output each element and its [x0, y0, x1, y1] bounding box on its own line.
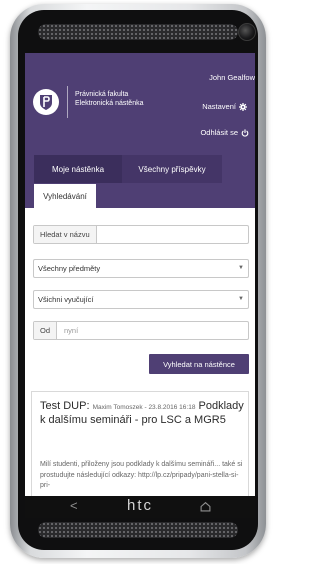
home-icon[interactable] — [200, 501, 211, 512]
front-camera-icon — [238, 23, 256, 41]
faculty-title: Právnická fakulta Elektronická nástěnka — [75, 90, 143, 108]
search-submit-button[interactable]: Vyhledat na nástěnce — [149, 354, 249, 374]
subject-select-value: Všechny předměty — [38, 264, 101, 273]
title-search-label: Hledat v názvu — [34, 226, 97, 243]
power-icon — [241, 128, 249, 137]
gear-icon — [239, 102, 247, 111]
brand-logo: htc — [126, 497, 153, 514]
board-name: Elektronická nástěnka — [75, 100, 144, 107]
logout-link[interactable]: Odhlásit se — [200, 128, 249, 137]
tab-my-board[interactable]: Moje nástěnka — [34, 155, 122, 183]
title-search-field[interactable]: Hledat v názvu — [33, 225, 249, 244]
settings-label: Nastavení — [202, 102, 236, 111]
chevron-down-icon: ▼ — [238, 296, 244, 302]
date-from-label: Od — [34, 322, 58, 339]
top-speaker-grille — [38, 24, 238, 40]
teacher-select[interactable]: Všichni vyučující ▼ — [33, 290, 249, 309]
bottom-speaker-grille — [38, 522, 238, 538]
teacher-select-value: Všichni vyučující — [38, 295, 94, 304]
settings-link[interactable]: Nastavení — [202, 102, 247, 111]
post-meta: Maxim Tomoszek - 23.8.2016 16:18 — [92, 404, 196, 411]
phone-screen: Právnická fakulta Elektronická nástěnka … — [25, 53, 255, 496]
date-from-field[interactable]: Od nyní — [33, 321, 249, 340]
post-excerpt: Milí studenti, přiloženy jsou podklady k… — [40, 461, 243, 489]
date-from-input[interactable]: nyní — [64, 322, 78, 339]
university-seal-logo[interactable] — [33, 89, 59, 115]
app-header: Právnická fakulta Elektronická nástěnka … — [25, 53, 255, 152]
header-divider — [67, 86, 68, 118]
subject-select[interactable]: Všechny předměty ▼ — [33, 259, 249, 278]
android-nav-bar: < htc — [25, 496, 255, 518]
post-card[interactable]: Test DUP: Maxim Tomoszek - 23.8.2016 16:… — [31, 391, 249, 496]
tab-search[interactable]: Vyhledávání — [34, 184, 96, 208]
post-title-start: Test DUP: — [40, 400, 90, 412]
logout-label: Odhlásit se — [200, 128, 238, 137]
user-name-link[interactable]: John Gealfow — [209, 73, 255, 82]
faculty-name: Právnická fakulta — [75, 91, 129, 98]
post-title[interactable]: Test DUP: Maxim Tomoszek - 23.8.2016 16:… — [40, 400, 246, 426]
chevron-down-icon: ▼ — [238, 265, 244, 271]
tab-all-posts[interactable]: Všechny příspěvky — [122, 155, 222, 183]
tab-bar: Moje nástěnka Všechny příspěvky Vyhledáv… — [25, 152, 255, 208]
